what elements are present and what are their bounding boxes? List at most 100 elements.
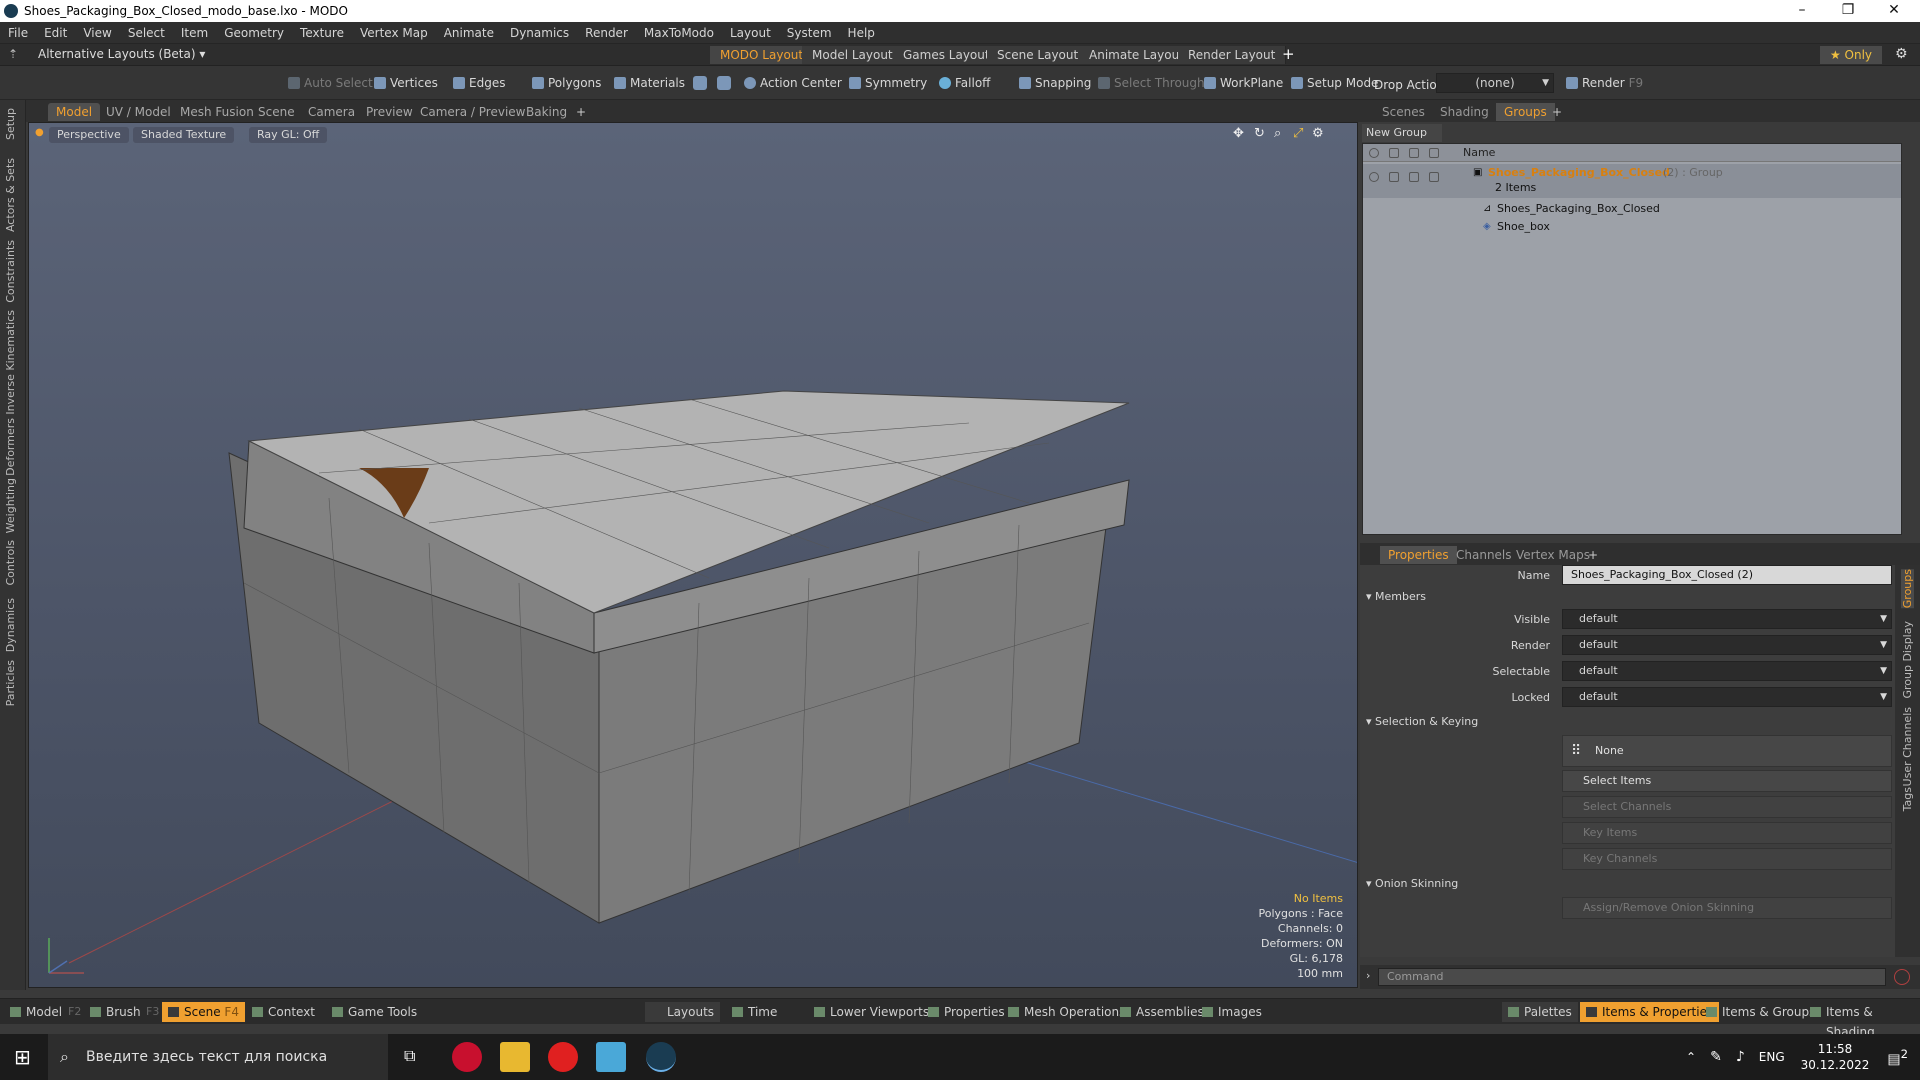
- menu-system[interactable]: System: [779, 22, 840, 44]
- symmetry-button[interactable]: Symmetry: [845, 72, 927, 94]
- select-channels-button[interactable]: Select Channels: [1562, 796, 1892, 818]
- tab-actors-sets[interactable]: Actors & Sets: [4, 158, 17, 232]
- tab-shading[interactable]: Shading: [1432, 103, 1497, 121]
- layouts-button[interactable]: Layouts: [645, 1002, 721, 1022]
- polygons-button[interactable]: Polygons: [528, 72, 601, 94]
- tab-dynamics[interactable]: Dynamics: [4, 598, 17, 652]
- tab-scene[interactable]: Scene: [250, 103, 303, 121]
- selectable-select[interactable]: default ▼: [1562, 661, 1892, 681]
- drop-action-select[interactable]: (none) ▼: [1436, 73, 1554, 93]
- new-group-button[interactable]: New Group: [1362, 124, 1442, 142]
- row-visibility-icon[interactable]: [1369, 172, 1379, 182]
- tab-properties[interactable]: Properties: [1380, 546, 1457, 564]
- opera-icon[interactable]: [452, 1042, 482, 1072]
- locked-select[interactable]: default ▼: [1562, 687, 1892, 707]
- tab-setup[interactable]: Setup: [4, 108, 17, 140]
- action-center-button[interactable]: Action Center: [740, 72, 842, 94]
- name-field[interactable]: Shoes_Packaging_Box_Closed (2): [1562, 565, 1892, 585]
- items-shading-button[interactable]: Items & Shading: [1804, 1002, 1920, 1039]
- tab-inverse-kinematics[interactable]: Inverse Kinematics: [4, 310, 17, 415]
- menu-item[interactable]: Item: [173, 22, 216, 44]
- auto-select-button[interactable]: Auto Select: [284, 72, 373, 94]
- setup-mode-button[interactable]: Setup Mode: [1287, 72, 1378, 94]
- menu-geometry[interactable]: Geometry: [216, 22, 292, 44]
- falloff-button[interactable]: Falloff: [935, 72, 990, 94]
- 3d-viewport[interactable]: ● Perspective Shaded Texture Ray GL: Off…: [28, 122, 1358, 988]
- tab-modo-layout[interactable]: MODO Layout: [710, 46, 815, 64]
- menu-animate[interactable]: Animate: [436, 22, 502, 44]
- members-section[interactable]: ▾ Members: [1366, 590, 1426, 603]
- visible-select[interactable]: default ▼: [1562, 609, 1892, 629]
- pen-icon[interactable]: ✎: [1710, 1049, 1722, 1065]
- render-button[interactable]: Render F9: [1562, 72, 1643, 94]
- items-properties-button[interactable]: Items & Properties: [1580, 1002, 1720, 1022]
- windows-start-icon[interactable]: ⊞: [14, 1045, 31, 1069]
- key-items-button[interactable]: Key Items: [1562, 822, 1892, 844]
- tab-baking[interactable]: Baking: [518, 103, 575, 121]
- row-lock-icon[interactable]: [1409, 172, 1419, 182]
- menu-layout[interactable]: Layout: [722, 22, 779, 44]
- row-select-icon[interactable]: [1429, 172, 1439, 182]
- tree-item-shoebox[interactable]: ◈ Shoe_box: [1363, 218, 1901, 236]
- file-explorer-icon[interactable]: [500, 1042, 530, 1072]
- app-icon[interactable]: [596, 1042, 626, 1072]
- model-button[interactable]: Model: [4, 1002, 68, 1022]
- layout-switcher[interactable]: Alternative Layouts (Beta) ▾: [38, 47, 205, 61]
- tab-camera[interactable]: Camera: [300, 103, 363, 121]
- add-layout-button[interactable]: +: [1282, 45, 1295, 63]
- clock[interactable]: 11:58 30.12.2022: [1801, 1041, 1870, 1073]
- tab-deformers[interactable]: Deformers: [4, 418, 17, 476]
- close-button[interactable]: ✕: [1872, 0, 1916, 22]
- menu-render[interactable]: Render: [577, 22, 636, 44]
- record-icon[interactable]: [1894, 969, 1910, 985]
- palettes-button[interactable]: Palettes: [1502, 1002, 1578, 1022]
- render-select[interactable]: default ▼: [1562, 635, 1892, 655]
- side-tab-user-channels[interactable]: User Channels: [1901, 707, 1914, 786]
- selection-keying-section[interactable]: ▾ Selection & Keying: [1366, 715, 1478, 728]
- tab-model-layout[interactable]: Model Layout: [802, 46, 904, 64]
- context-button[interactable]: Context: [246, 1002, 321, 1022]
- mesh-operations-button[interactable]: Mesh Operations: [1002, 1002, 1131, 1022]
- notifications-icon[interactable]: ▤2: [1887, 1047, 1908, 1068]
- snapping-button[interactable]: Snapping: [1015, 72, 1091, 94]
- workplane-button[interactable]: WorkPlane: [1200, 72, 1283, 94]
- mode-toggle-icon-2[interactable]: [717, 76, 731, 90]
- task-view-icon[interactable]: ⧉: [404, 1046, 415, 1066]
- only-toggle[interactable]: ★ Only: [1820, 46, 1882, 64]
- minimize-button[interactable]: –: [1780, 0, 1824, 22]
- language-indicator[interactable]: ENG: [1759, 1050, 1785, 1064]
- menu-help[interactable]: Help: [840, 22, 883, 44]
- tab-weighting[interactable]: Weighting: [4, 478, 17, 533]
- tab-render-layout[interactable]: Render Layout: [1178, 46, 1287, 64]
- tree-item-mesh[interactable]: ⊿ Shoes_Packaging_Box_Closed: [1363, 200, 1901, 218]
- render-column-icon[interactable]: [1389, 148, 1399, 158]
- mode-toggle-icon[interactable]: [693, 76, 707, 90]
- vertices-button[interactable]: Vertices: [370, 72, 438, 94]
- group-row[interactable]: ▣ Shoes_Packaging_Box_Closed (2) : Group…: [1363, 164, 1901, 198]
- time-button[interactable]: Time: [726, 1002, 783, 1022]
- side-tab-tags[interactable]: Tags: [1901, 787, 1914, 811]
- key-channels-button[interactable]: Key Channels: [1562, 848, 1892, 870]
- add-tab-button[interactable]: +: [568, 103, 594, 121]
- game-tools-button[interactable]: Game Tools: [326, 1002, 423, 1022]
- menu-dynamics[interactable]: Dynamics: [502, 22, 577, 44]
- menu-texture[interactable]: Texture: [292, 22, 352, 44]
- menu-view[interactable]: View: [75, 22, 119, 44]
- menu-file[interactable]: File: [0, 22, 36, 44]
- onion-skinning-section[interactable]: ▾ Onion Skinning: [1366, 877, 1458, 890]
- properties-button[interactable]: Properties: [922, 1002, 1011, 1022]
- menu-vertex-map[interactable]: Vertex Map: [352, 22, 436, 44]
- side-tab-groups[interactable]: Groups: [1901, 569, 1914, 609]
- brush-button[interactable]: Brush: [84, 1002, 147, 1022]
- tab-model[interactable]: Model: [48, 103, 101, 121]
- side-tab-group-display[interactable]: Group Display: [1901, 621, 1914, 699]
- tab-mesh-fusion[interactable]: Mesh Fusion: [172, 103, 262, 121]
- yandex-browser-icon[interactable]: [548, 1042, 578, 1072]
- scene-button[interactable]: Scene F4: [162, 1002, 245, 1022]
- lock-column-icon[interactable]: [1409, 148, 1419, 158]
- maximize-button[interactable]: ❐: [1826, 0, 1870, 22]
- tab-particles[interactable]: Particles: [4, 660, 17, 706]
- assign-onion-button[interactable]: Assign/Remove Onion Skinning: [1562, 897, 1892, 919]
- select-through-button[interactable]: Select Through: [1094, 72, 1205, 94]
- tab-scene-layout[interactable]: Scene Layout: [987, 46, 1090, 64]
